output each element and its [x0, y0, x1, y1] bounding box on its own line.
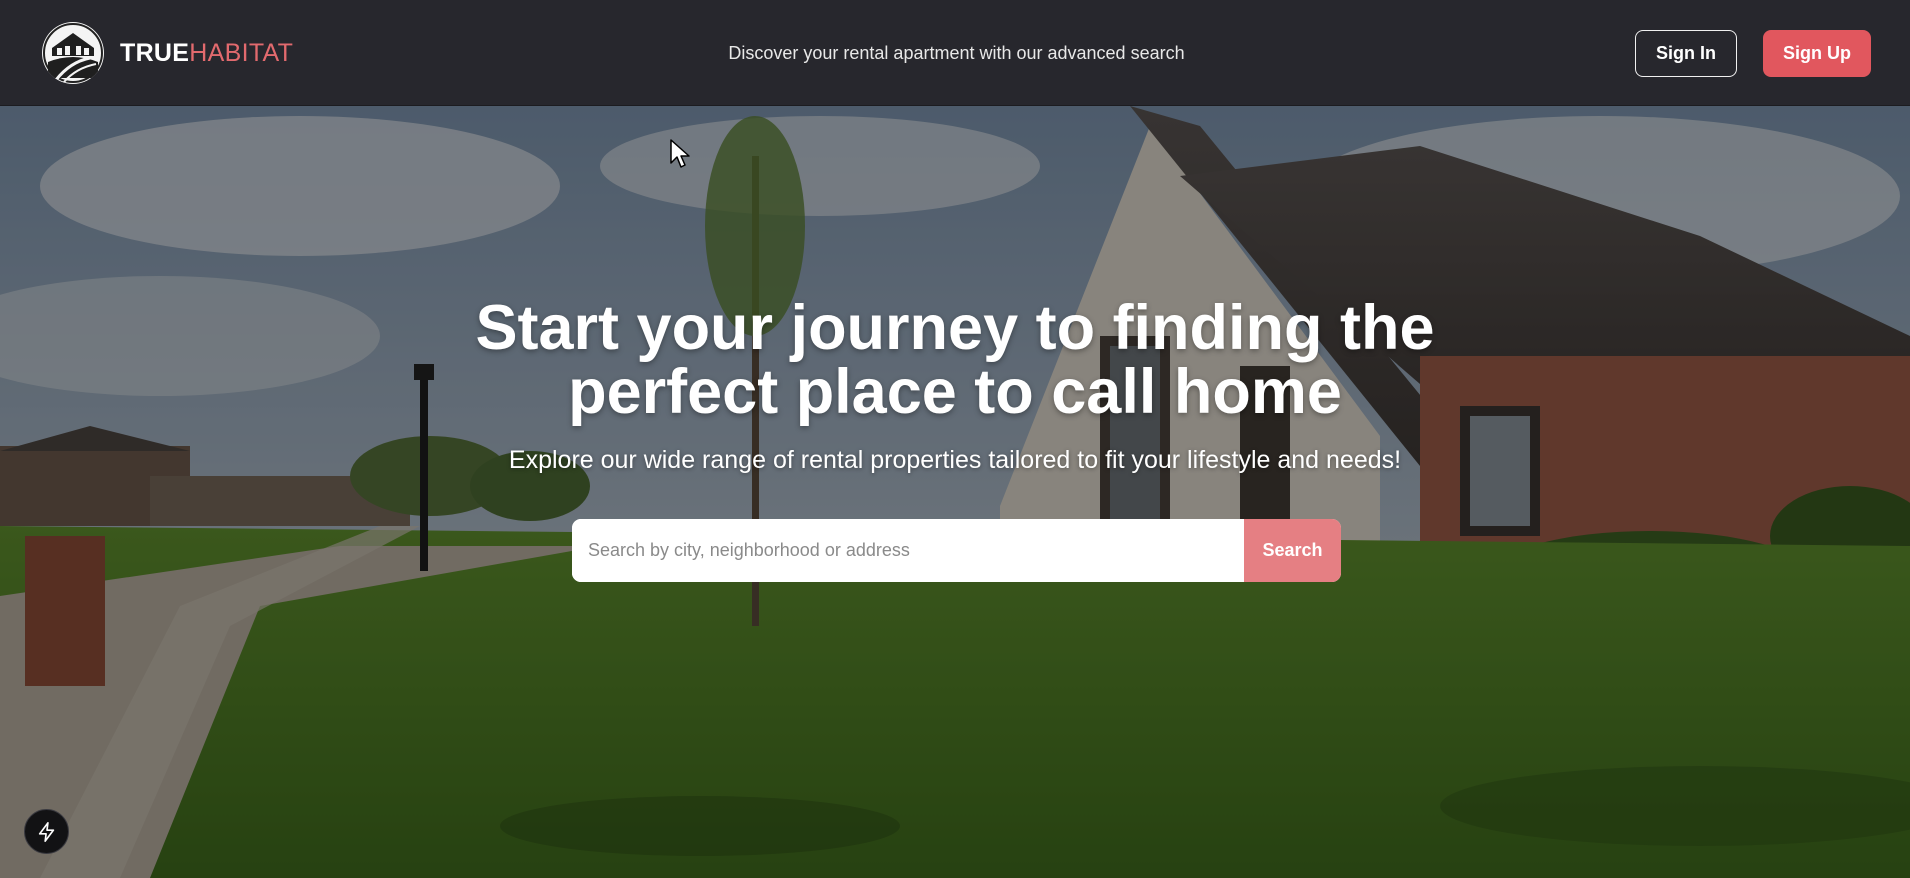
brand-name: TRUEHABITAT	[120, 39, 293, 68]
search-input[interactable]	[572, 519, 1244, 582]
lightning-bolt-icon	[38, 821, 54, 842]
brand-name-bold: TRUE	[120, 38, 190, 67]
brand-logo-link[interactable]: TRUEHABITAT	[42, 22, 293, 84]
house-logo-icon	[42, 22, 104, 84]
hero-headline: Start your journey to finding the perfec…	[0, 296, 1910, 424]
hero-headline-line-2: perfect place to call home	[568, 357, 1342, 427]
search-button[interactable]: Search	[1244, 519, 1341, 582]
brand-name-light: HABITAT	[189, 38, 294, 67]
mouse-pointer-icon	[670, 139, 690, 168]
hero-headline-line-1: Start your journey to finding the	[475, 293, 1435, 363]
search-bar: Search	[572, 519, 1341, 582]
hero-section: Start your journey to finding the perfec…	[0, 106, 1910, 878]
hero-dark-overlay	[0, 106, 1910, 878]
dev-tools-button[interactable]	[24, 809, 69, 854]
sign-in-button[interactable]: Sign In	[1635, 30, 1737, 77]
tagline-text: Discover your rental apartment with our …	[728, 42, 1185, 63]
hero-subheadline: Explore our wide range of rental propert…	[508, 446, 1402, 474]
sign-up-button[interactable]: Sign Up	[1763, 30, 1871, 77]
top-navbar: TRUEHABITAT Discover your rental apartme…	[0, 0, 1910, 106]
